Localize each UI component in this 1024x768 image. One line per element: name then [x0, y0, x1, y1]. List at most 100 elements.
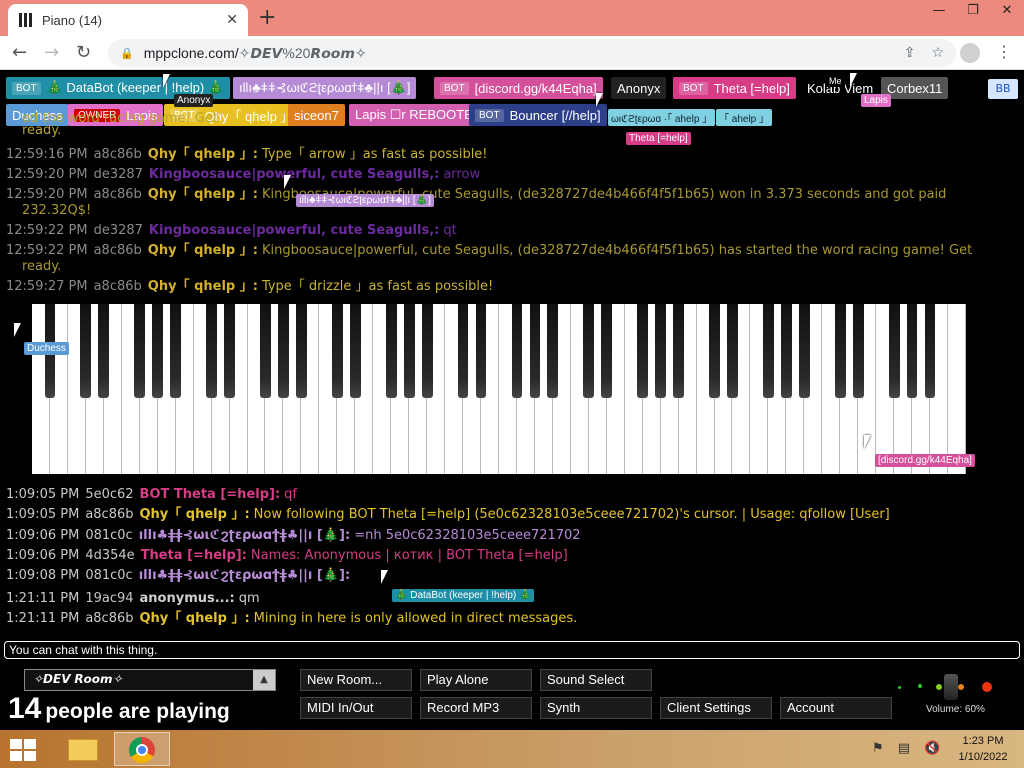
restore-button[interactable]: ❐ [956, 0, 990, 24]
black-key[interactable] [224, 304, 235, 398]
share-icon[interactable]: ⇪ [904, 45, 916, 61]
play-alone-button[interactable]: Play Alone [420, 669, 532, 691]
file-explorer-icon[interactable] [56, 732, 112, 766]
new-tab-button[interactable]: + [258, 5, 276, 30]
black-key[interactable] [852, 304, 864, 398]
black-key[interactable] [511, 304, 523, 398]
black-key[interactable] [421, 304, 433, 398]
people-count: 14 people are playing [8, 692, 230, 725]
black-key[interactable] [583, 304, 595, 398]
black-key[interactable] [834, 304, 846, 398]
client-settings-button[interactable]: Client Settings [660, 697, 772, 719]
cursor-label: ωιℭϩʈερωɑ ·「 ahelp 」 [608, 109, 716, 126]
chat-name: Qhy「 qhelp 」: [147, 147, 258, 162]
chat-time: 1:09:06 PM [6, 528, 80, 543]
black-key[interactable] [888, 304, 900, 398]
piano-keyboard[interactable] [32, 304, 966, 474]
black-key[interactable] [529, 304, 541, 398]
taskbar-clock[interactable]: 1:23 PM 1/10/2022 [950, 733, 1016, 765]
black-key[interactable] [80, 304, 92, 398]
chat-name: ıllı♣ǂǂ⊰ωιℭϩʈερωɑϯǂ♣||ı [🎄]: [138, 528, 351, 543]
cursor-pointer-icon [850, 73, 863, 87]
cursor-label: [discord.gg/k44Eqha] [875, 454, 975, 467]
black-key[interactable] [673, 304, 684, 398]
user-wicstepwa[interactable]: ıllı♣ǂǂ⊰ωιℭϩʈερωɑϯǂ♣||ı [🎄] [233, 77, 417, 99]
black-key[interactable] [475, 304, 487, 398]
reload-icon[interactable]: ↻ [76, 42, 91, 63]
black-key[interactable] [798, 304, 810, 398]
windows-start-icon[interactable] [10, 739, 38, 761]
volume-knob[interactable] [944, 674, 958, 700]
black-key[interactable] [780, 304, 792, 398]
synth-button[interactable]: Synth [540, 697, 652, 719]
chat-name: Qhy「 qhelp 」: [147, 187, 258, 202]
volume-led [958, 684, 964, 690]
minimize-button[interactable]: — [922, 0, 956, 24]
chat-id: a8c86b [93, 243, 142, 258]
chat-time: 1:09:05 PM [6, 507, 80, 522]
close-tab-icon[interactable]: ✕ [226, 12, 238, 28]
black-key[interactable] [98, 304, 110, 398]
chat-time: 12:59:20 PM [6, 187, 88, 202]
back-arrow-icon[interactable]: ← [12, 42, 27, 63]
user-theta[interactable]: BOT Theta [=help] [673, 77, 796, 99]
black-key[interactable] [924, 304, 936, 398]
black-key[interactable] [134, 304, 146, 398]
profile-avatar-icon[interactable] [960, 43, 980, 63]
black-key[interactable] [152, 304, 164, 398]
chat-message: 1:09:05 PM 5e0c62 BOT Theta [=help]: qf [6, 485, 1006, 505]
new-room-button[interactable]: New Room... [300, 669, 412, 691]
chat-msg: Type「 arrow 」as fast as possible! [261, 147, 488, 162]
cursor-label: Anonyx [174, 94, 214, 107]
chat-input[interactable]: You can chat with this thing. [4, 641, 1020, 659]
black-key[interactable] [547, 304, 559, 398]
room-selector[interactable]: ✧𝘿𝙀𝙑 𝙍𝙤𝙤𝙢✧ ▲ [24, 669, 276, 691]
speaker-muted-icon[interactable]: 🔇 [924, 741, 940, 756]
black-key[interactable] [727, 304, 738, 398]
black-key[interactable] [763, 304, 774, 398]
black-key[interactable] [906, 304, 918, 398]
black-key[interactable] [170, 304, 182, 398]
black-key[interactable] [655, 304, 667, 398]
chat-time: 12:59:16 PM [6, 147, 88, 162]
black-key[interactable] [331, 304, 343, 398]
volume-led [982, 682, 992, 692]
black-key[interactable] [296, 304, 307, 398]
midi-button[interactable]: MIDI In/Out [300, 697, 412, 719]
chrome-icon[interactable] [114, 732, 170, 766]
white-key[interactable] [948, 304, 966, 474]
record-mp3-button[interactable]: Record MP3 [420, 697, 532, 719]
window-controls: — ❐ ✕ [922, 0, 1024, 24]
black-key[interactable] [457, 304, 469, 398]
user-discord[interactable]: BOT [discord.gg/k44Eqha] [434, 77, 603, 99]
chat-time: 1:21:11 PM [6, 591, 80, 606]
black-key[interactable] [349, 304, 361, 398]
user-corbex[interactable]: Corbex11 [881, 77, 949, 99]
black-key[interactable] [206, 304, 217, 398]
room-list-arrow-icon[interactable]: ▲ [253, 670, 275, 690]
black-key[interactable] [403, 304, 415, 398]
bb-button[interactable]: BB [988, 79, 1018, 99]
close-window-button[interactable]: ✕ [990, 0, 1024, 24]
black-key[interactable] [278, 304, 289, 398]
forward-arrow-icon[interactable]: → [44, 42, 59, 63]
sound-select-button[interactable]: Sound Select [540, 669, 652, 691]
black-key[interactable] [637, 304, 649, 398]
chat-message: ready. [6, 257, 1006, 277]
network-icon[interactable]: ▤ [898, 741, 910, 756]
chat-message: 1:09:06 PM 081c0c ıllı♣ǂǂ⊰ωιℭϩʈερωɑϯǂ♣||ı … [6, 526, 1006, 546]
chat-id: 4d354e [85, 548, 135, 563]
black-key[interactable] [709, 304, 720, 398]
chat-name: BOT Theta [=help]: [139, 487, 281, 502]
black-key[interactable] [601, 304, 613, 398]
address-bar[interactable]: 🔒 mppclone.com/✧𝘿𝙀𝙑%20𝙍𝙤𝙤𝙢✧ ⇪ ☆ [108, 39, 956, 67]
black-key[interactable] [385, 304, 397, 398]
user-anonyx[interactable]: Anonyx [611, 77, 667, 99]
browser-tab[interactable]: Piano (14) ✕ [8, 4, 248, 36]
black-key[interactable] [260, 304, 271, 398]
action-center-flag-icon[interactable]: ⚑ [872, 741, 884, 756]
account-button[interactable]: Account [780, 697, 892, 719]
bookmark-star-icon[interactable]: ☆ [931, 45, 944, 61]
browser-menu-icon[interactable]: ⋮ [996, 42, 1012, 61]
chat-name: Kingboosauce|powerful, cute Seagulls,: [148, 223, 440, 238]
